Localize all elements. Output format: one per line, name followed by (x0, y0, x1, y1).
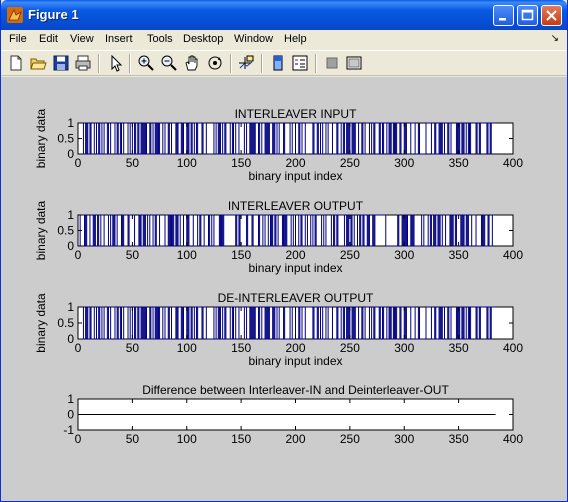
x-tick-label: 300 (394, 432, 414, 446)
colorbar-icon[interactable] (269, 54, 287, 72)
x-tick-label: 400 (503, 248, 523, 262)
y-tick-label: 1 (67, 392, 74, 406)
x-tick-label: 50 (126, 341, 140, 355)
menu-help[interactable]: Help (284, 33, 307, 45)
open-folder-icon[interactable] (29, 54, 47, 72)
menu-file[interactable]: File (9, 33, 27, 45)
x-tick-label: 100 (177, 248, 197, 262)
x-tick-label: 200 (285, 432, 305, 446)
y-tick-label: 0 (67, 408, 74, 422)
minimize-button[interactable] (493, 5, 514, 26)
x-tick-label: 0 (75, 156, 82, 170)
x-tick-label: 150 (231, 248, 251, 262)
x-tick-label: 400 (503, 432, 523, 446)
x-axis-label: binary input index (248, 354, 342, 368)
toolbar-separator (129, 54, 131, 73)
x-tick-label: 250 (340, 156, 360, 170)
menu-desktop[interactable]: Desktop (183, 33, 223, 45)
rotate-3d-icon[interactable] (206, 54, 224, 72)
y-axis-label: binary data (34, 200, 48, 260)
x-tick-label: 400 (503, 341, 523, 355)
x-axis-label: binary input index (248, 261, 342, 275)
x-tick-label: 300 (394, 341, 414, 355)
x-tick-label: 300 (394, 156, 414, 170)
toolbar-separator (261, 54, 263, 73)
x-tick-label: 50 (126, 156, 140, 170)
y-tick-label: 0.5 (57, 316, 74, 330)
x-tick-label: 250 (340, 432, 360, 446)
print-icon[interactable] (74, 54, 92, 72)
toolbar-separator (315, 54, 317, 73)
x-tick-label: 150 (231, 156, 251, 170)
x-tick-label: 200 (285, 341, 305, 355)
axes-title: INTERLEAVER OUTPUT (228, 199, 364, 213)
x-tick-label: 50 (126, 432, 140, 446)
menu-view[interactable]: View (70, 33, 94, 45)
x-tick-label: 350 (449, 432, 469, 446)
axes-title: INTERLEAVER INPUT (235, 107, 357, 121)
x-tick-label: 50 (126, 248, 140, 262)
x-axis-label: binary input index (248, 169, 342, 183)
y-axis-label: binary data (34, 108, 48, 168)
matlab-figure-icon (7, 7, 23, 23)
x-tick-label: 250 (340, 248, 360, 262)
figure-window: Figure 1 File Edit View Insert Tools Des… (0, 0, 568, 502)
title-bar[interactable]: Figure 1 (1, 0, 567, 30)
y-tick-label: 1 (67, 208, 74, 222)
y-tick-label: 0.5 (57, 132, 74, 146)
x-tick-label: 250 (340, 341, 360, 355)
x-tick-label: 0 (75, 432, 82, 446)
menu-tools[interactable]: Tools (147, 33, 173, 45)
x-tick-label: 100 (177, 432, 197, 446)
x-tick-label: 100 (177, 341, 197, 355)
pan-hand-icon[interactable] (183, 54, 201, 72)
x-tick-label: 150 (231, 432, 251, 446)
x-tick-label: 200 (285, 248, 305, 262)
x-tick-label: 200 (285, 156, 305, 170)
show-plot-tools-icon[interactable] (345, 54, 363, 72)
y-tick-label: 0 (67, 239, 74, 253)
y-tick-label: 0 (67, 147, 74, 161)
x-tick-label: 0 (75, 248, 82, 262)
legend-icon[interactable] (291, 54, 309, 72)
close-button[interactable] (541, 5, 562, 26)
plots-svg: 0 50 100 150 200 250 300 350 40000.51INTERLEAVER… (34, 107, 523, 446)
figure-canvas: 0 50 100 150 200 250 300 350 400 0 0.5 1 INTERLEAVER… (1, 77, 567, 501)
figure-toolbar (1, 50, 567, 76)
new-file-icon[interactable] (7, 54, 25, 72)
menu-edit[interactable]: Edit (39, 33, 58, 45)
pointer-icon[interactable] (107, 54, 125, 72)
toolbar-separator (230, 54, 232, 73)
menu-window[interactable]: Window (234, 33, 273, 45)
x-tick-label: 300 (394, 248, 414, 262)
y-tick-label: 1 (67, 116, 74, 130)
y-tick-label: -1 (63, 423, 74, 437)
window-title: Figure 1 (28, 7, 79, 22)
data-cursor-icon[interactable] (237, 54, 255, 72)
x-tick-label: 350 (449, 341, 469, 355)
x-tick-label: 350 (449, 156, 469, 170)
x-tick-label: 0 (75, 341, 82, 355)
maximize-button[interactable] (517, 5, 538, 26)
toolbar-separator (98, 54, 100, 73)
x-tick-label: 100 (177, 156, 197, 170)
save-icon[interactable] (52, 54, 70, 72)
hide-plot-tools-icon[interactable] (323, 54, 341, 72)
zoom-in-icon[interactable] (137, 54, 155, 72)
x-tick-label: 150 (231, 341, 251, 355)
y-tick-label: 1 (67, 300, 74, 314)
x-tick-label: 400 (503, 156, 523, 170)
y-tick-label: 0.5 (57, 224, 74, 238)
zoom-out-icon[interactable] (160, 54, 178, 72)
x-tick-label: 350 (449, 248, 469, 262)
menu-dock-arrow[interactable]: ↘ (551, 33, 559, 44)
menu-insert[interactable]: Insert (105, 33, 133, 45)
axes-title: DE-INTERLEAVER OUTPUT (218, 291, 374, 305)
axes-title: Difference between Interleaver-IN and De… (142, 383, 449, 397)
menu-bar: File Edit View Insert Tools Desktop Wind… (1, 30, 567, 49)
y-axis-label: binary data (34, 293, 48, 353)
y-tick-label: 0 (67, 332, 74, 346)
